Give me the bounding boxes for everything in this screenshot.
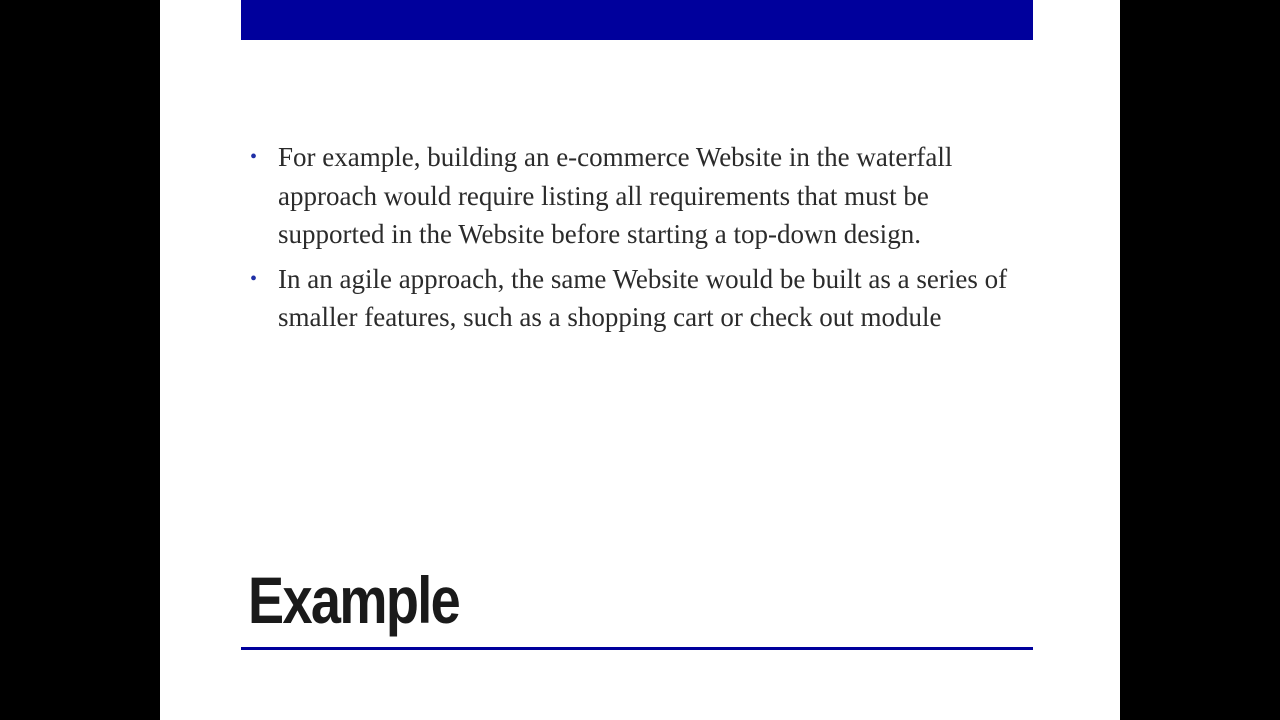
bullet-icon: • — [250, 267, 258, 290]
slide-title: Example — [248, 563, 461, 637]
title-underline — [241, 647, 1033, 650]
bullet-list: • For example, building an e-commerce We… — [246, 138, 1026, 343]
bullet-text: For example, building an e-commerce Webs… — [278, 142, 953, 249]
presentation-viewer: • For example, building an e-commerce We… — [0, 0, 1280, 720]
bullet-icon: • — [250, 146, 258, 168]
header-accent-bar — [241, 0, 1033, 40]
bullet-item: • For example, building an e-commerce We… — [246, 138, 1026, 254]
bullet-text: In an agile approach, the same Website w… — [278, 263, 1008, 333]
bullet-item: • In an agile approach, the same Website… — [246, 260, 1026, 337]
slide: • For example, building an e-commerce We… — [160, 0, 1120, 720]
